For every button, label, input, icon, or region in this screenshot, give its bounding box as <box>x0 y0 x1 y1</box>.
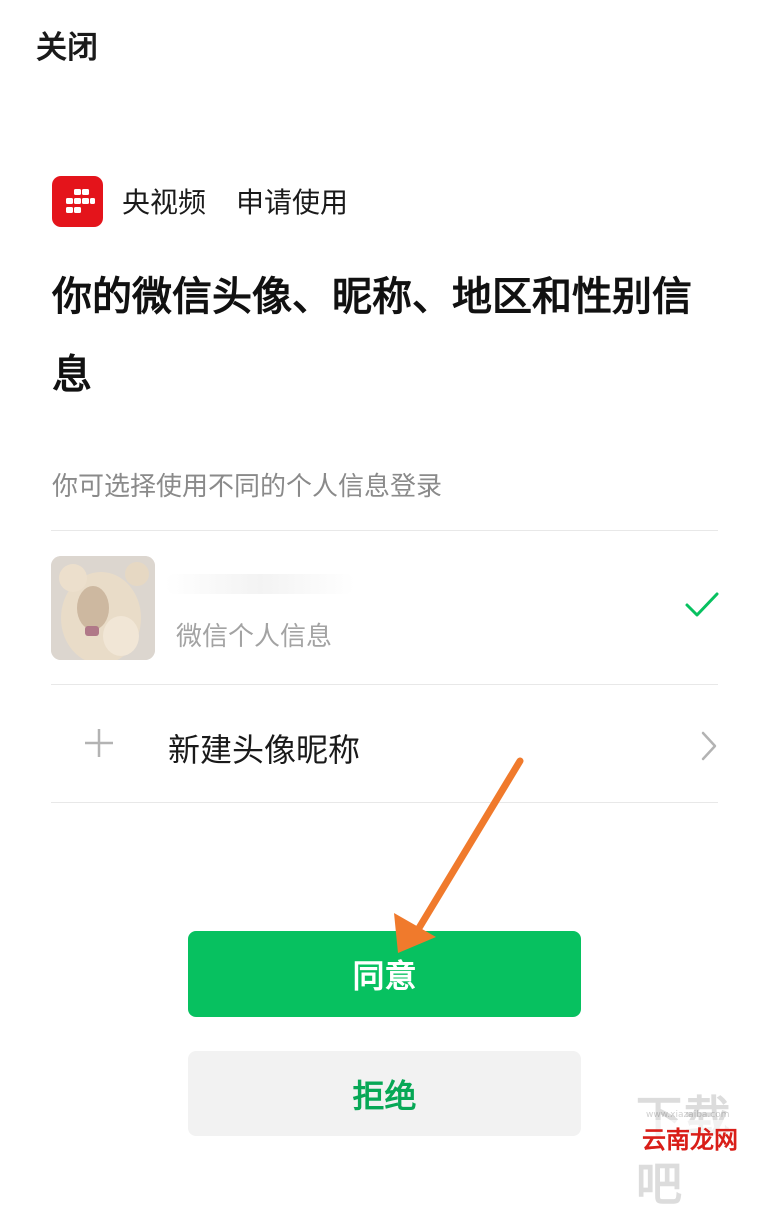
checkmark-icon <box>684 590 720 620</box>
chevron-right-icon <box>698 728 720 764</box>
divider <box>51 802 718 803</box>
app-info: 央视频 申请使用 <box>52 175 348 227</box>
deny-button[interactable]: 拒绝 <box>188 1051 581 1136</box>
nickname-redacted <box>165 574 355 594</box>
request-text: 申请使用 <box>236 186 349 219</box>
watermark-site: 云南龙网 <box>640 1120 740 1155</box>
profile-hint: 你可选择使用不同的个人信息登录 <box>52 472 443 502</box>
watermark-url: www.xiazaiba.com <box>646 1110 730 1120</box>
agree-button[interactable]: 同意 <box>188 931 581 1017</box>
avatar <box>51 556 155 660</box>
close-button[interactable]: 关闭 <box>36 22 98 67</box>
cctv-video-logo-icon <box>52 175 103 227</box>
plus-icon <box>82 726 116 760</box>
new-profile-label: 新建头像昵称 <box>168 731 361 769</box>
new-profile-option[interactable] <box>51 685 718 802</box>
permission-title: 你的微信头像、昵称、地区和性别信息 <box>52 274 692 398</box>
app-name: 央视频 <box>122 186 207 219</box>
profile-subtitle: 微信个人信息 <box>176 622 333 652</box>
